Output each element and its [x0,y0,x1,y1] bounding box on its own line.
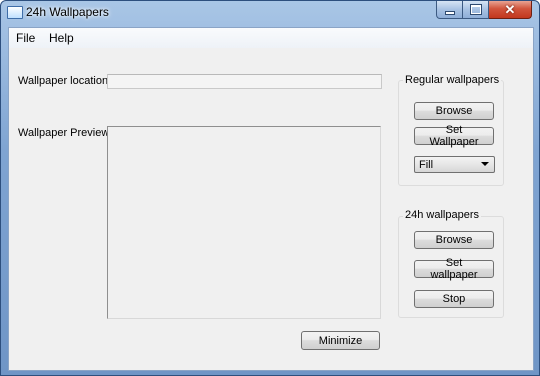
regular-browse-button[interactable]: Browse [414,102,494,120]
maximize-window-button[interactable] [463,1,489,19]
minimize-to-tray-button[interactable]: Minimize [301,331,380,350]
wallpaper-preview-label: Wallpaper Preview [18,127,110,139]
set-wallpaper-button[interactable]: Set Wallpaper [414,124,494,148]
app-window-icon [7,6,23,19]
caption-buttons: ✕ [436,1,532,20]
app-window: 24h Wallpapers ✕ File Help Wallpaper loc… [0,0,540,376]
24h-set-wallpaper-button[interactable]: Set wallpaper [414,257,494,281]
minimize-icon [445,11,454,14]
wallpaper-mode-value: Fill [419,159,434,171]
24h-wallpapers-title: 24h wallpapers [403,209,481,221]
minimize-window-button[interactable] [436,1,463,19]
wallpaper-mode-select[interactable]: Fill [414,156,495,173]
menu-file[interactable]: File [14,31,37,45]
maximize-icon [470,5,481,14]
title-bar[interactable]: 24h Wallpapers ✕ [1,1,539,23]
menu-bar: File Help [9,28,533,48]
wallpaper-preview-box [107,126,381,319]
wallpaper-location-field[interactable] [107,74,382,89]
regular-wallpapers-title: Regular wallpapers [403,74,502,86]
close-icon: ✕ [504,2,516,17]
close-window-button[interactable]: ✕ [489,1,532,19]
24h-browse-button[interactable]: Browse [414,231,494,249]
window-title: 24h Wallpapers [26,5,109,19]
chevron-down-icon [481,162,489,166]
stop-button[interactable]: Stop [414,290,494,308]
wallpaper-location-label: Wallpaper location [18,75,109,87]
client-area: File Help Wallpaper location Wallpaper P… [8,27,534,371]
menu-help[interactable]: Help [47,31,76,45]
